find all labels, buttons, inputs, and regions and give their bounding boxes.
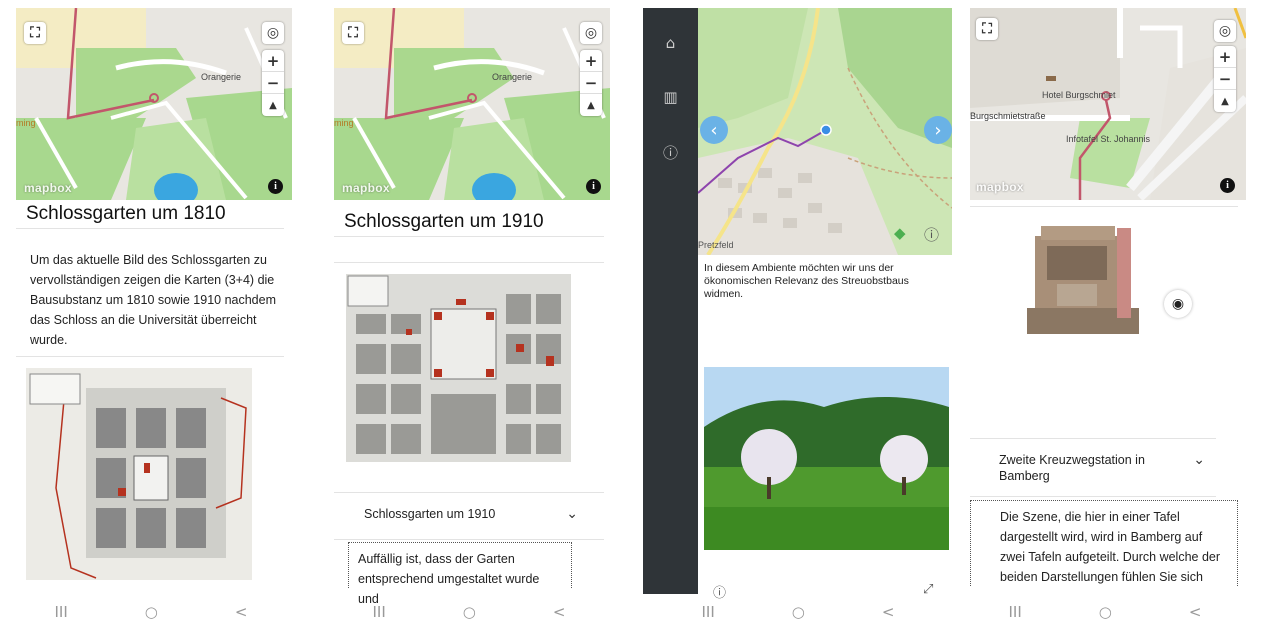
- previous-arrow-icon[interactable]: ‹: [700, 116, 728, 144]
- home-icon[interactable]: ⌂: [643, 34, 698, 52]
- map-label: Infotafel St. Johannis: [1066, 134, 1151, 144]
- map-label: ming: [334, 118, 354, 128]
- recent-apps-button[interactable]: III: [55, 603, 68, 621]
- fullscreen-icon[interactable]: ⛶: [24, 22, 46, 44]
- map-view[interactable]: Orangerie ming ⛶ ◎ + − ▲ mapbox i: [334, 8, 610, 200]
- info-icon[interactable]: ⓘ: [924, 224, 939, 245]
- back-button[interactable]: <: [1189, 603, 1202, 621]
- divider: [16, 356, 284, 357]
- back-button[interactable]: <: [882, 603, 895, 621]
- zoom-in-button[interactable]: +: [580, 50, 602, 72]
- compass-icon[interactable]: ▲: [1214, 90, 1236, 112]
- android-navbar: III ○ <: [16, 592, 286, 632]
- historic-map-1810-image[interactable]: [26, 368, 252, 580]
- google-maps-icon[interactable]: ◆: [894, 224, 906, 242]
- attribution-info-icon[interactable]: i: [268, 179, 283, 194]
- recent-apps-button[interactable]: III: [702, 603, 715, 621]
- zoom-controls: + − ▲: [262, 50, 284, 116]
- divider: [970, 438, 1216, 439]
- fullscreen-icon[interactable]: ⛶: [976, 18, 998, 40]
- chevron-down-icon: ⌄: [566, 506, 578, 522]
- map-view[interactable]: Orangerie ming ⛶ ◎ + − ▲ mapbox i: [16, 8, 292, 200]
- screen-streuobst: ⌂ ▥ ⓘ Pretzfeld ‹ › ◆ ⓘ In diesem Ambien…: [643, 0, 957, 632]
- android-navbar: III ○ <: [970, 592, 1240, 632]
- locate-icon[interactable]: ◎: [1214, 20, 1236, 42]
- detail-text: Auffällig ist, dass der Garten entsprech…: [348, 542, 572, 606]
- mapbox-logo: mapbox: [24, 181, 72, 195]
- screen-schlossgarten-1810: Orangerie ming ⛶ ◎ + − ▲ mapbox i Schlos…: [0, 0, 316, 632]
- zoom-in-button[interactable]: +: [262, 50, 284, 72]
- fullscreen-icon[interactable]: ⛶: [342, 22, 364, 44]
- page-title: Schlossgarten um 1910: [344, 211, 544, 232]
- back-button[interactable]: <: [553, 603, 566, 621]
- android-navbar: III ○ <: [334, 592, 604, 632]
- map-icon[interactable]: ▥: [643, 88, 698, 106]
- android-navbar: III ○ <: [663, 592, 933, 632]
- map-label: Orangerie: [492, 72, 533, 82]
- ar-view-icon[interactable]: ◉: [1164, 290, 1192, 318]
- map-label: Burgschmietstraße: [970, 111, 1046, 121]
- description-text: In diesem Ambiente möchten wir uns der ö…: [704, 262, 909, 300]
- back-button[interactable]: <: [235, 603, 248, 621]
- home-button[interactable]: ○: [463, 603, 476, 621]
- intro-text: Um das aktuelle Bild des Schlossgarten z…: [30, 253, 276, 347]
- orchard-photo[interactable]: [704, 367, 949, 550]
- locate-icon[interactable]: ◎: [580, 22, 602, 44]
- historic-map-1910-image[interactable]: [346, 274, 571, 462]
- locate-icon[interactable]: ◎: [262, 22, 284, 44]
- map-label: Hotel Burgschmiet: [1042, 90, 1116, 100]
- mapbox-logo: mapbox: [976, 180, 1024, 194]
- compass-icon[interactable]: ▲: [580, 94, 602, 116]
- recent-apps-button[interactable]: III: [373, 603, 386, 621]
- zoom-controls: + − ▲: [1214, 46, 1236, 112]
- map-label: Pretzfeld: [698, 240, 734, 250]
- home-button[interactable]: ○: [1099, 603, 1112, 621]
- screen-schlossgarten-1910: Orangerie ming ⛶ ◎ + − ▲ mapbox i Schlos…: [320, 0, 634, 632]
- divider: [970, 206, 1238, 207]
- divider: [970, 496, 1216, 497]
- accordion-title: Zweite Kreuzwegstation in Bamberg: [999, 453, 1145, 483]
- accordion-title: Schlossgarten um 1910: [364, 507, 496, 521]
- mapbox-logo: mapbox: [342, 181, 390, 195]
- zoom-in-button[interactable]: +: [1214, 46, 1236, 68]
- attribution-info-icon[interactable]: i: [1220, 178, 1235, 193]
- page-title: Schlossgarten um 1810: [26, 203, 226, 224]
- info-icon[interactable]: ⓘ: [643, 142, 698, 163]
- map-label: ming: [16, 118, 36, 128]
- divider: [334, 236, 604, 237]
- zoom-out-button[interactable]: −: [262, 72, 284, 94]
- zoom-out-button[interactable]: −: [580, 72, 602, 94]
- home-button[interactable]: ○: [792, 603, 805, 621]
- monument-3d-model[interactable]: [1027, 218, 1139, 334]
- home-button[interactable]: ○: [145, 603, 158, 621]
- accordion-header[interactable]: Zweite Kreuzwegstation in Bamberg ⌄: [999, 452, 1205, 484]
- next-arrow-icon[interactable]: ›: [924, 116, 952, 144]
- map-view[interactable]: Pretzfeld ‹ › ◆ ⓘ: [698, 8, 952, 255]
- attribution-info-icon[interactable]: i: [586, 179, 601, 194]
- zoom-out-button[interactable]: −: [1214, 68, 1236, 90]
- chevron-down-icon: ⌄: [1193, 452, 1205, 468]
- compass-icon[interactable]: ▲: [262, 94, 284, 116]
- divider: [16, 228, 284, 229]
- sidebar: ⌂ ▥ ⓘ: [643, 8, 698, 594]
- detail-text: Die Szene, die hier in einer Tafel darge…: [970, 500, 1238, 586]
- divider: [334, 492, 604, 493]
- map-label: Orangerie: [201, 72, 242, 82]
- recent-apps-button[interactable]: III: [1009, 603, 1022, 621]
- divider: [334, 539, 604, 540]
- accordion-header[interactable]: Schlossgarten um 1910 ⌄: [364, 506, 578, 522]
- screen-kreuzwegstation: Hotel Burgschmiet Burgschmietstraße Info…: [962, 0, 1269, 632]
- map-view[interactable]: Hotel Burgschmiet Burgschmietstraße Info…: [970, 8, 1246, 200]
- divider: [334, 262, 604, 263]
- zoom-controls: + − ▲: [580, 50, 602, 116]
